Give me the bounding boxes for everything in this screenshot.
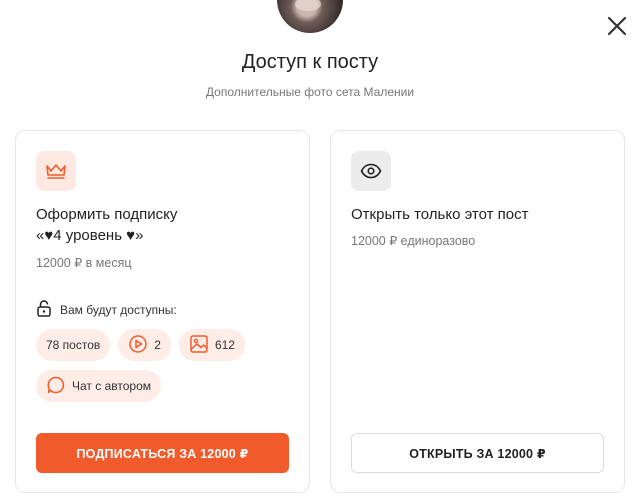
single-post-price-note: 12000 ₽ единоразово [351, 234, 476, 248]
chat-icon [46, 375, 66, 398]
subscription-title-line2: «♥4 уровень ♥» [36, 227, 144, 244]
posts-count: 78 постов [46, 338, 101, 352]
videos-count: 2 [154, 338, 161, 352]
open-post-button[interactable]: ОТКРЫТЬ ЗА 12000 ₽ [351, 433, 604, 473]
images-count: 612 [214, 338, 235, 352]
subscription-price-note: 12000 ₽ в месяц [36, 256, 132, 270]
modal-subtitle: Дополнительные фото сета Малении [205, 85, 415, 99]
images-chip: 612 [178, 329, 245, 361]
access-info: Вам будут доступны: [36, 299, 177, 320]
close-icon[interactable] [604, 13, 630, 39]
eye-icon [351, 151, 391, 191]
play-icon [128, 334, 148, 357]
image-icon [189, 334, 209, 357]
subscription-title-line1: Оформить подписку [36, 206, 178, 223]
crown-icon [36, 151, 76, 191]
access-chips: 78 постов 2 612 Чат с автором [36, 329, 301, 402]
lock-icon [36, 299, 52, 320]
single-post-card: Открыть только этот пост 12000 ₽ единора… [330, 130, 625, 493]
chat-label: Чат с автором [72, 379, 151, 393]
author-avatar [277, 0, 343, 33]
access-label: Вам будут доступны: [60, 302, 177, 317]
subscription-title: Оформить подписку «♥4 уровень ♥» [36, 204, 296, 246]
videos-chip: 2 [118, 329, 171, 361]
chat-chip: Чат с автором [36, 370, 161, 402]
single-post-title: Открыть только этот пост [351, 206, 529, 223]
posts-chip: 78 постов [36, 329, 111, 361]
modal-title: Доступ к посту [241, 51, 379, 73]
subscription-card: Оформить подписку «♥4 уровень ♥» 12000 ₽… [15, 130, 310, 493]
subscribe-button[interactable]: ПОДПИСАТЬСЯ ЗА 12000 ₽ [36, 433, 289, 473]
